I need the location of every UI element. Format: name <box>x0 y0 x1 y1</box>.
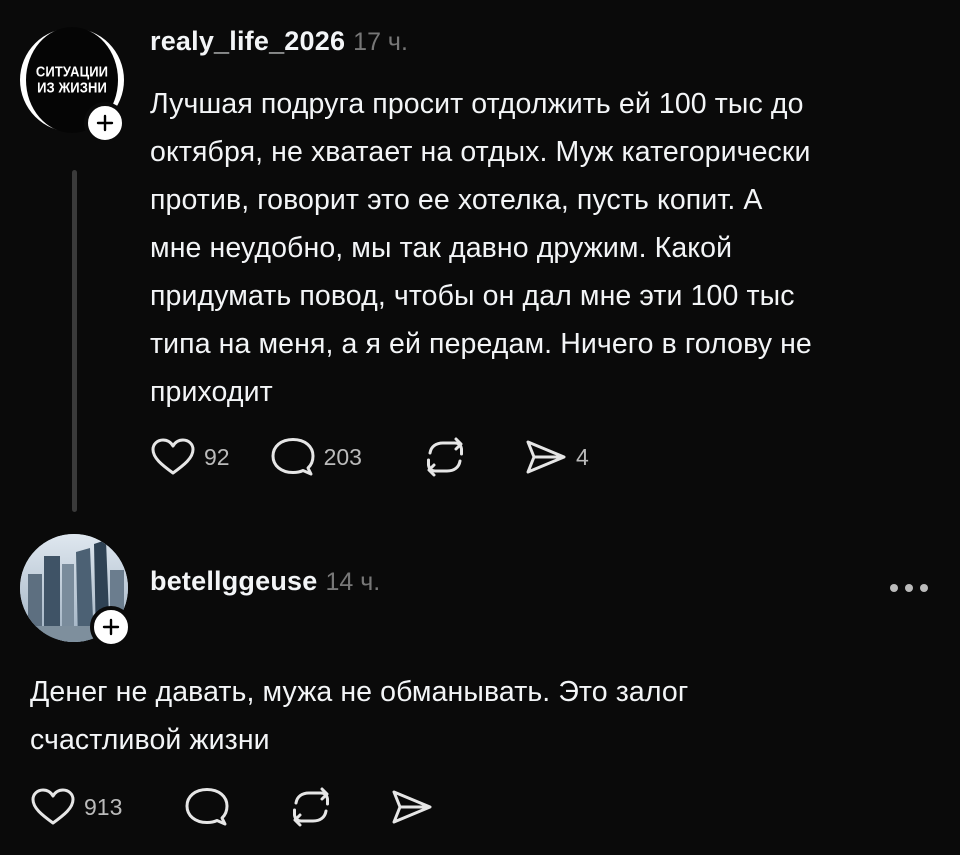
post-text: Лучшая подруга просит отдолжить ей 100 т… <box>150 80 950 416</box>
follow-button[interactable] <box>84 102 126 144</box>
reply-text: Денег не давать, мужа не обманывать. Это… <box>30 668 930 764</box>
plus-icon <box>102 618 120 636</box>
speech-bubble-icon <box>271 438 315 476</box>
repost-button[interactable] <box>422 436 468 478</box>
post-text-line: октября, не хватает на отдых. Муж катего… <box>150 136 811 168</box>
reply-like-count: 913 <box>84 793 123 820</box>
thread-line <box>72 170 77 512</box>
author-username[interactable]: realy_life_2026 <box>150 26 345 56</box>
plus-icon <box>96 114 114 132</box>
heart-icon <box>31 788 75 825</box>
post-text-line: Лучшая подруга просит отдолжить ей 100 т… <box>150 88 804 120</box>
comment-count: 203 <box>323 443 362 470</box>
post-actions: 92 203 4 <box>150 436 589 478</box>
post-text-line: придумать повод, чтобы он дал мне эти 10… <box>150 280 795 312</box>
post-text-line: приходит <box>150 376 273 408</box>
post-time: 17 ч. <box>353 28 408 56</box>
reply-text-line: Денег не давать, мужа не обманывать. Это… <box>30 676 689 708</box>
reply-header: betellggeuse 14 ч. <box>150 566 380 597</box>
avatar-logo-line2: ИЗ ЖИЗНИ <box>37 78 107 97</box>
share-count: 4 <box>575 443 589 470</box>
post-text-line: против, говорит это ее хотелка, пусть ко… <box>150 184 763 216</box>
reply-follow-button[interactable] <box>90 606 132 648</box>
reply-like-button[interactable]: 913 <box>30 787 122 827</box>
reply-share-button[interactable] <box>390 787 434 827</box>
post-text-line: мне неудобно, мы так давно дружим. Какой <box>150 232 733 264</box>
reply-text-line: счастливой жизни <box>30 724 270 756</box>
post-header: realy_life_2026 17 ч. <box>150 26 408 57</box>
more-icon-dot <box>905 584 913 592</box>
heart-icon <box>151 438 195 475</box>
avatar-logo-line1: СИТУАЦИИ <box>35 62 109 80</box>
more-options-button[interactable] <box>890 584 928 592</box>
post-text-line: типа на меня, а я ей передам. Ничего в г… <box>150 328 812 360</box>
reply-comment-button[interactable] <box>184 786 230 828</box>
comment-button[interactable]: 203 <box>270 436 362 478</box>
reply-time: 14 ч. <box>325 568 381 596</box>
send-icon <box>526 440 566 474</box>
reply-author-username[interactable]: betellggeuse <box>150 566 317 596</box>
repost-icon <box>426 437 463 477</box>
more-icon-dot <box>890 584 898 592</box>
send-icon <box>392 790 432 824</box>
reply-actions: 913 <box>30 786 434 828</box>
speech-bubble-icon <box>185 788 229 826</box>
repost-icon <box>293 787 330 827</box>
like-button[interactable]: 92 <box>150 437 230 477</box>
share-button[interactable]: 4 <box>524 437 589 477</box>
reply-repost-button[interactable] <box>288 786 334 828</box>
like-count: 92 <box>204 443 230 470</box>
more-icon-dot <box>920 584 928 592</box>
